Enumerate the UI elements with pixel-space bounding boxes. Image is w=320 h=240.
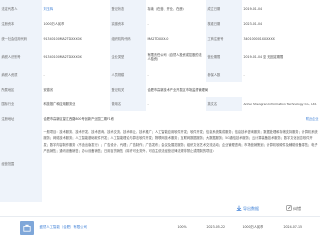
table-row: 纳税人识别号 91340100MA2TDXXX0X 企业类型 有限责任公司（自然… (0, 46, 320, 69)
regno-value: 340100001XXXXXX (242, 31, 320, 46)
registration-table: 法定代表人 刘玉辉 登记状态 存续（在营、开业、在册） 成立日期 2019-01… (0, 0, 320, 202)
authority-value: 合肥市高新技术产业开发区市场监督管理局 (146, 82, 320, 97)
edit-icon (286, 205, 292, 212)
export-button[interactable]: 导出数据 (236, 205, 259, 212)
former-name-value: - (146, 97, 206, 111)
related-ratio: 100% (177, 225, 187, 229)
table-toolbar: 导出数据 纠错 (0, 202, 320, 216)
status-value: 存续（在营、开业、在册） (146, 0, 206, 17)
list-item: 盛然人工智能（合肥）有限公司 100% 2023-05-22 1000万人民币 … (0, 216, 320, 239)
paidin-label: 实缴资本 (110, 17, 146, 31)
staff-label: 人员规模 (110, 68, 146, 82)
company-type-value: 有限责任公司（自然人投资或控股的法人独资） (146, 46, 206, 68)
credit-code-label: 统一社会信用代码 (0, 31, 42, 46)
company-type-label: 企业类型 (110, 46, 146, 68)
table-row: 统一社会信用代码 91340100MA2TDXXX0X 组织机构代码 MA2TD… (0, 31, 320, 47)
founded-value: 2019-01-04 (242, 0, 320, 17)
orgcode-value: MA2TDXXX-0 (146, 31, 206, 46)
table-row: 法定代表人 刘玉辉 登记状态 存续（在营、开业、在册） 成立日期 2019-01… (0, 0, 320, 18)
feedback-button[interactable]: 纠错 (286, 205, 301, 212)
address-value: 合肥市高新区望江西路800号创新产业园二期F1栋 (42, 111, 280, 126)
legal-rep-value[interactable]: 刘玉辉 (42, 0, 110, 17)
region-value: 安徽省 (42, 82, 110, 97)
table-row: 所属地区 安徽省 登记机关 合肥市高新技术产业开发区市场监督管理局 (0, 82, 320, 98)
credit-code-value: 91340100MA2TDXXX0X (42, 31, 110, 46)
regno-label: 工商注册号 (206, 31, 242, 46)
taxpayer-value: - (42, 68, 110, 82)
region-label: 所属地区 (0, 82, 42, 97)
taxid-label: 纳税人识别号 (0, 46, 42, 68)
industry-value: 科技推广和应用服务业 (42, 97, 110, 111)
english-name-value: Anhui Shengran Information Technology Co… (242, 97, 320, 111)
scope-label: 经营范围 (0, 126, 42, 202)
legal-rep-label: 法定代表人 (0, 0, 42, 17)
nearby-companies-link[interactable]: 附近企业 (280, 111, 320, 126)
term-label: 营业期限 (206, 46, 242, 68)
table-row: 纳税人资质 - 人员规模 - 参保人数 - (0, 68, 320, 83)
export-label: 导出数据 (243, 205, 259, 211)
table-row: 注册地址 合肥市高新区望江西路800号创新产业园二期F1栋 附近企业 (0, 111, 320, 127)
insured-label: 参保人数 (206, 68, 242, 82)
capital-label: 注册资本 (0, 17, 42, 31)
approval-value: 2023-01-04 (242, 17, 320, 31)
english-name-label: 英文名 (206, 97, 242, 111)
founded-label: 成立日期 (206, 0, 242, 17)
staff-value: - (146, 68, 206, 82)
orgcode-label: 组织机构代码 (110, 31, 146, 46)
scope-value: 一般项目：技术服务、技术开发、技术咨询、技术交流、技术转让、技术推广；人工智能应… (42, 126, 320, 202)
related-date: 2023-05-22 (206, 225, 226, 229)
status-label: 登记状态 (110, 0, 146, 17)
term-value: 2019-01-04 至 无固定期限 (242, 46, 320, 68)
table-row: 经营范围 一般项目：技术服务、技术开发、技术咨询、技术交流、技术转让、技术推广；… (0, 126, 320, 202)
company-logo (20, 221, 34, 235)
taxid-value: 91340100MA2TDXXX0X (42, 46, 110, 68)
capital-value: 1000万人民币 (42, 17, 110, 31)
paidin-value: - (146, 17, 206, 31)
taxpayer-label: 纳税人资质 (0, 68, 42, 82)
address-label: 注册地址 (0, 111, 42, 126)
authority-label: 登记机关 (110, 82, 146, 97)
former-name-label: 曾用名 (110, 97, 146, 111)
related-company-name[interactable]: 盛然人工智能（合肥）有限公司 (38, 225, 128, 229)
related-amount: 1000万人民币 (242, 225, 264, 229)
table-row: 注册资本 1000万人民币 实缴资本 - 核准日期 2023-01-04 (0, 17, 320, 32)
industry-label: 国标行业 (0, 97, 42, 111)
approval-label: 核准日期 (206, 17, 242, 31)
download-icon (236, 205, 242, 212)
feedback-label: 纠错 (293, 205, 301, 211)
table-row: 国标行业 科技推广和应用服务业 曾用名 - 英文名 Anhui Shengran… (0, 97, 320, 112)
related-end-date: 2024-07-15 (283, 225, 303, 229)
insured-value: - (242, 68, 320, 82)
